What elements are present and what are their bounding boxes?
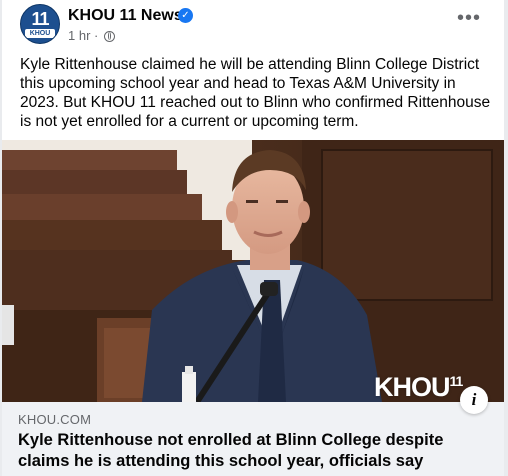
- watermark-text: KHOU: [374, 372, 450, 402]
- meta-separator: ·: [94, 28, 99, 43]
- courtroom-photo: [2, 140, 504, 402]
- post-text: Kyle Rittenhouse claimed he will be atte…: [20, 56, 491, 130]
- info-button[interactable]: i: [460, 386, 488, 414]
- link-domain: KHOU.COM: [18, 412, 92, 427]
- feed-post: 11 KHOU KHOU 11 News ✓ 1 hr · ••• Kyle R…: [2, 0, 504, 476]
- link-headline[interactable]: Kyle Rittenhouse not enrolled at Blinn C…: [18, 430, 494, 472]
- page-name-link[interactable]: KHOU 11 News: [68, 7, 183, 25]
- verified-badge-icon: ✓: [178, 8, 193, 23]
- link-card[interactable]: KHOU.COM Kyle Rittenhouse not enrolled a…: [2, 402, 504, 476]
- globe-icon: [104, 31, 115, 42]
- watermark-superscript: 11: [449, 373, 464, 389]
- avatar-logo-band: KHOU: [25, 29, 55, 38]
- khou-watermark: KHOU11: [374, 372, 464, 402]
- avatar-logo-number: 11: [31, 9, 49, 29]
- more-options-button[interactable]: •••: [454, 8, 484, 32]
- page-avatar[interactable]: 11 KHOU: [20, 4, 60, 44]
- post-meta: 1 hr ·: [68, 28, 115, 43]
- post-header: 11 KHOU KHOU 11 News ✓ 1 hr · •••: [2, 0, 504, 52]
- post-timestamp[interactable]: 1 hr: [68, 28, 90, 43]
- link-preview-image[interactable]: KHOU11: [2, 140, 504, 402]
